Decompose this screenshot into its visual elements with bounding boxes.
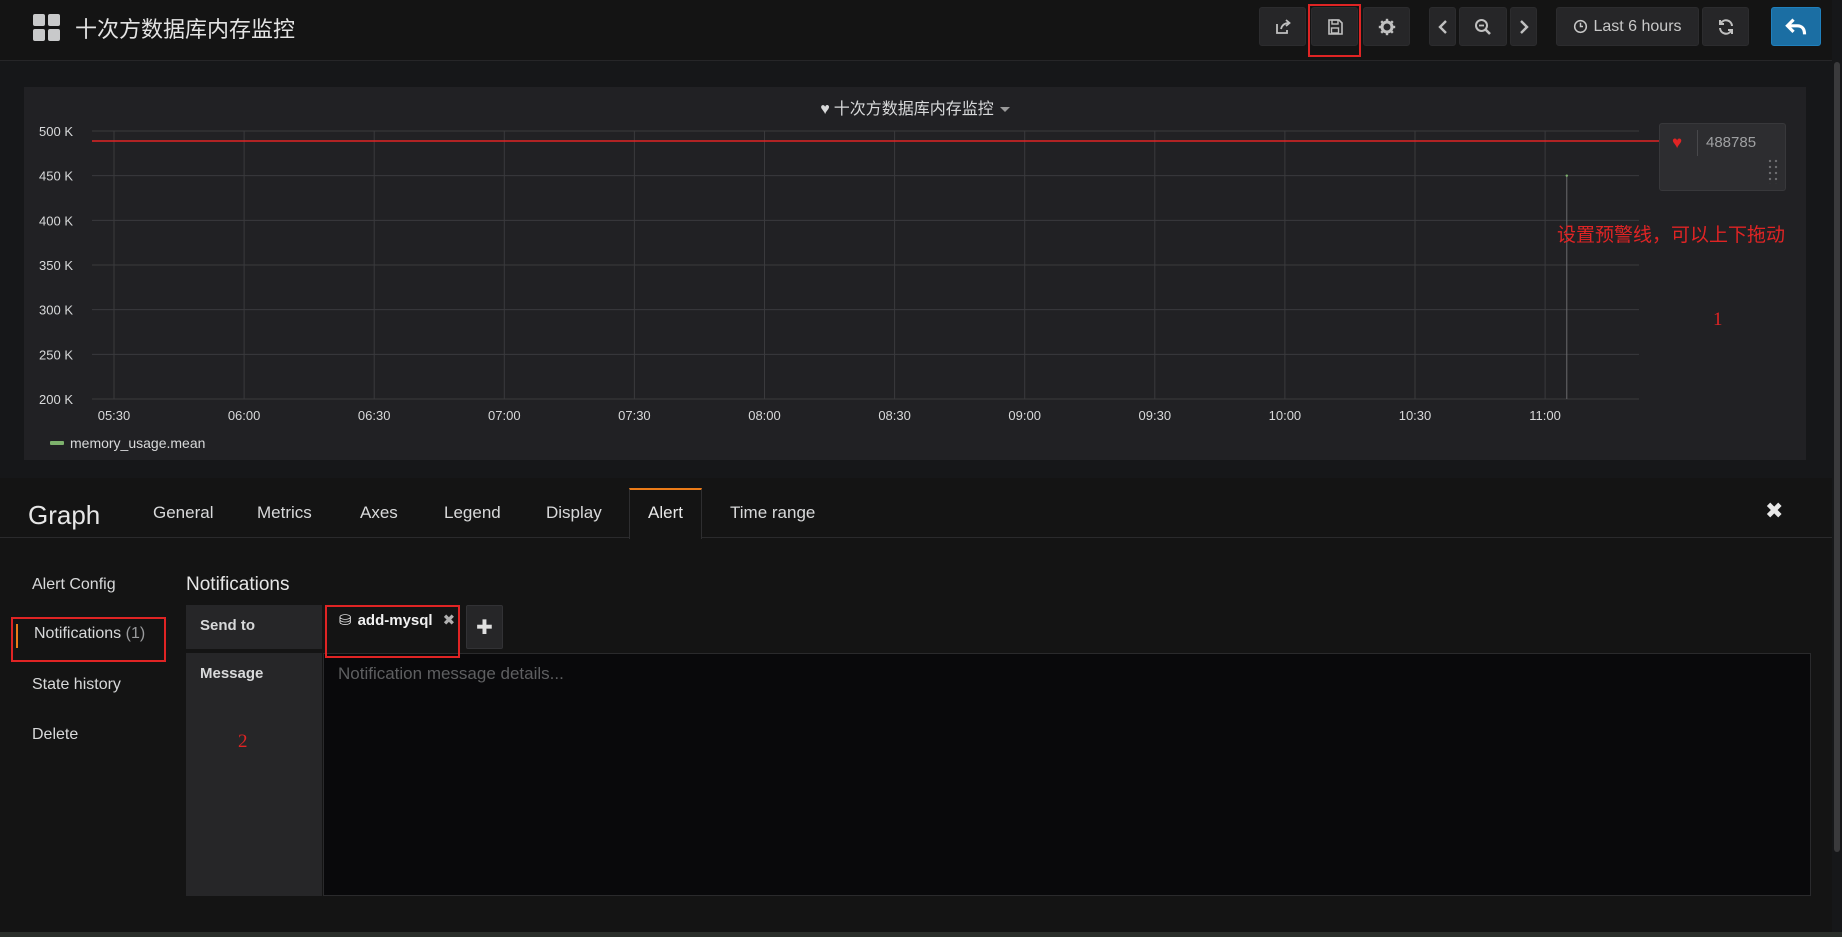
notifications-count: (1) <box>125 625 146 642</box>
sidebar-item-state-history[interactable]: State history <box>32 676 121 694</box>
notification-channel-tag[interactable]: ⛁ add-mysql ✖ <box>329 600 465 640</box>
tab-general[interactable]: General <box>153 503 213 523</box>
zoom-out-button[interactable] <box>1459 7 1507 46</box>
time-forward-button[interactable] <box>1510 7 1537 46</box>
message-textarea[interactable] <box>323 653 1811 896</box>
x-tick-label: 10:00 <box>1269 408 1302 423</box>
reply-arrow-icon <box>1785 18 1807 34</box>
data-point <box>1565 174 1568 177</box>
y-tick-label: 350 K <box>39 258 73 273</box>
tab-alert[interactable]: Alert <box>629 488 702 539</box>
x-tick-label: 09:30 <box>1139 408 1172 423</box>
plus-icon: ✚ <box>476 616 493 639</box>
graph-panel: ♥ 十次方数据库内存监控 200 K 250 K 300 K 350 K 400 K 450… <box>24 87 1806 460</box>
refresh-button[interactable] <box>1702 7 1749 46</box>
share-button[interactable] <box>1259 7 1306 46</box>
y-tick-label: 200 K <box>39 392 73 407</box>
channel-name: add-mysql <box>357 611 433 629</box>
add-channel-button[interactable]: ✚ <box>466 605 503 649</box>
x-tick-label: 07:30 <box>618 408 651 423</box>
y-tick-label: 500 K <box>39 124 73 139</box>
refresh-icon <box>1718 18 1733 35</box>
x-tick-label: 10:30 <box>1399 408 1432 423</box>
y-tick-label: 450 K <box>39 169 73 184</box>
sidebar-item-label: Notifications <box>34 625 122 642</box>
y-tick-label: 250 K <box>39 347 73 362</box>
page-scrollbar[interactable] <box>1834 62 1840 852</box>
time-back-button[interactable] <box>1429 7 1456 46</box>
remove-channel-icon[interactable]: ✖ <box>443 611 456 629</box>
heart-icon: ♥ <box>1672 133 1683 152</box>
drag-grip-icon[interactable] <box>1767 158 1779 184</box>
gear-icon <box>1378 18 1395 35</box>
message-label: Message <box>186 653 322 896</box>
save-icon <box>1327 18 1343 35</box>
x-tick-label: 09:00 <box>1008 408 1041 423</box>
time-range-label: Last 6 hours <box>1593 17 1682 35</box>
sidebar-item-notifications[interactable]: Notifications (1) <box>34 625 145 643</box>
back-to-dashboard-button[interactable] <box>1771 7 1821 46</box>
editor-title: Graph <box>28 500 101 530</box>
x-tick-label: 06:30 <box>358 408 391 423</box>
tab-axes[interactable]: Axes <box>360 503 398 523</box>
tab-metrics[interactable]: Metrics <box>257 503 312 523</box>
dashboard-title[interactable]: 十次方数据库内存监控 <box>75 12 295 44</box>
save-dashboard-button[interactable] <box>1311 7 1358 46</box>
annotation-number-1: 1 <box>1713 309 1723 330</box>
tab-time-range[interactable]: Time range <box>730 503 815 523</box>
chart-legend: memory_usage.mean <box>50 435 205 451</box>
sidebar-item-alert-config[interactable]: Alert Config <box>32 576 116 594</box>
x-tick-label: 05:30 <box>98 408 131 423</box>
threshold-handle[interactable]: ♥ 488785 <box>1659 123 1786 191</box>
dashboards-grid-icon[interactable] <box>33 14 60 41</box>
close-icon[interactable]: ✖ <box>1765 498 1783 524</box>
cubes-icon: ⛁ <box>339 612 352 629</box>
handle-separator <box>1697 130 1698 156</box>
legend-swatch <box>50 441 64 445</box>
zoom-out-icon <box>1475 18 1491 35</box>
x-tick-label: 08:30 <box>878 408 911 423</box>
sidebar-item-delete[interactable]: Delete <box>32 726 78 744</box>
threshold-value[interactable]: 488785 <box>1706 134 1756 151</box>
top-navbar: 十次方数据库内存监控 Last 6 hours <box>0 0 1832 61</box>
bottom-strip <box>0 932 1842 937</box>
settings-button[interactable] <box>1363 7 1410 46</box>
time-range-picker[interactable]: Last 6 hours <box>1556 7 1699 46</box>
annotation-number-2: 2 <box>238 731 248 752</box>
clock-icon <box>1574 19 1588 34</box>
annotation-note: 设置预警线，可以上下拖动 <box>1557 225 1786 246</box>
y-tick-label: 400 K <box>39 213 73 228</box>
y-tick-label: 300 K <box>39 303 73 318</box>
x-tick-label: 06:00 <box>228 408 261 423</box>
share-icon <box>1275 18 1291 34</box>
editor-header: Graph General Metrics Axes Legend Displa… <box>0 478 1832 539</box>
tab-alert-label: Alert <box>648 503 683 522</box>
tab-legend[interactable]: Legend <box>444 503 501 523</box>
x-tick-label: 07:00 <box>488 408 521 423</box>
legend-series-name[interactable]: memory_usage.mean <box>70 435 205 451</box>
chevron-left-icon <box>1437 19 1447 34</box>
panel-editor: Graph General Metrics Axes Legend Displa… <box>0 478 1832 937</box>
active-indicator <box>16 624 18 648</box>
notifications-section-title: Notifications <box>186 574 290 595</box>
send-to-label: Send to <box>186 605 322 649</box>
x-tick-label: 08:00 <box>748 408 781 423</box>
memory-usage-chart[interactable]: 200 K 250 K 300 K 350 K 400 K 450 K 500 K 05:30… <box>24 87 1806 460</box>
tab-display[interactable]: Display <box>546 503 602 523</box>
x-tick-label: 11:00 <box>1529 408 1561 423</box>
chevron-right-icon <box>1519 19 1529 34</box>
